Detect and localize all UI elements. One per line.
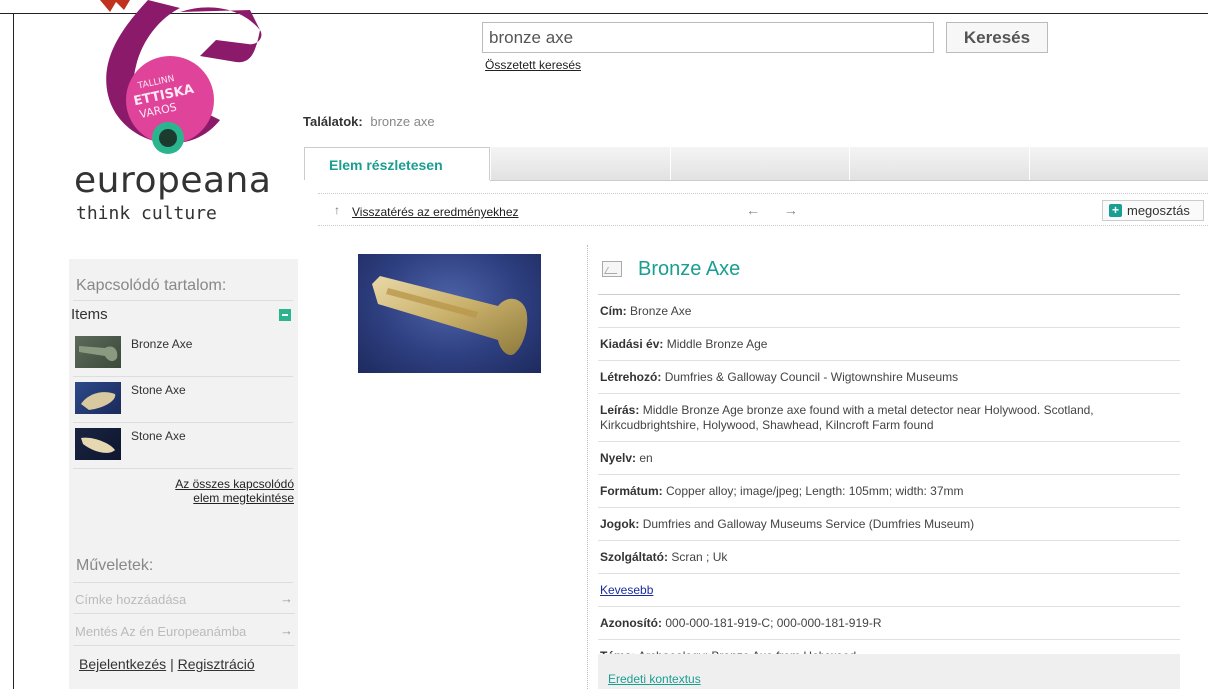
metadata-row-description: Leírás: Middle Bronze Age bronze axe fou…	[598, 394, 1180, 442]
back-to-results-link[interactable]: Visszatérés az eredményekhez	[352, 205, 519, 219]
metadata-row-format: Formátum: Copper alloy; image/jpeg; Leng…	[598, 475, 1180, 508]
save-to-my-europeana-label: Mentés Az én Europeanámba	[75, 624, 247, 639]
item-navigation: ← →	[746, 202, 808, 218]
view-all-line-2: elem megtekintése	[193, 491, 294, 505]
brand-name: europeana	[74, 160, 272, 201]
search-button[interactable]: Keresés	[946, 22, 1048, 53]
login-link[interactable]: Bejelentkezés	[79, 656, 166, 672]
item-title: Bronze Axe	[638, 258, 741, 280]
register-link[interactable]: Regisztráció	[178, 656, 255, 672]
related-item-thumbnail	[75, 382, 121, 414]
view-all-related-link[interactable]: Az összes kapcsolódó elem megtekintése	[109, 477, 294, 505]
thumb-graphic	[81, 437, 115, 453]
related-item[interactable]: Stone Axe	[73, 377, 293, 423]
arrow-right-icon: →	[280, 623, 293, 638]
detail-separator	[587, 245, 588, 689]
show-less-link[interactable]: Kevesebb	[600, 583, 653, 597]
metadata-row-rights: Jogok: Dumfries and Galloway Museums Ser…	[598, 508, 1180, 541]
metadata-row-creator: Létrehozó: Dumfries & Galloway Council -…	[598, 361, 1180, 394]
tab-3[interactable]	[669, 147, 849, 180]
frame-left-border	[13, 13, 14, 689]
tab-2[interactable]	[490, 147, 670, 180]
search-input[interactable]	[482, 22, 934, 53]
tab-bar: Elem részletesen	[304, 147, 1208, 180]
results-label: Találatok:	[303, 114, 363, 129]
related-item-thumbnail	[75, 428, 121, 460]
detail-toolbar: ↑ Visszatérés az eredményekhez ← → + meg…	[318, 193, 1208, 226]
tab-item-details[interactable]: Elem részletesen	[304, 147, 490, 180]
tabs-divider	[490, 180, 1208, 181]
metadata-row-provider: Szolgáltató: Scran ; Uk	[598, 541, 1180, 574]
plus-icon: +	[1109, 204, 1122, 217]
next-arrow-icon[interactable]: →	[784, 202, 808, 218]
thumb-graphic	[79, 346, 118, 362]
collapse-icon[interactable]	[279, 309, 291, 321]
original-context-box: Eredeti kontextus	[598, 654, 1180, 689]
items-label: Items	[71, 306, 108, 323]
metadata-row-date: Kiadási év: Middle Bronze Age	[598, 328, 1180, 361]
thumb-graphic	[81, 392, 116, 410]
actions-heading: Műveletek:	[76, 557, 154, 574]
related-item-thumbnail	[75, 336, 121, 368]
save-to-my-europeana-action[interactable]: Mentés Az én Europeanámba →	[73, 615, 295, 646]
arrow-right-icon: →	[280, 591, 293, 606]
auth-separator: |	[170, 656, 174, 672]
original-context-link[interactable]: Eredeti kontextus	[608, 672, 701, 686]
related-item-label: Stone Axe	[131, 383, 186, 397]
show-less-row: Kevesebb	[598, 574, 1180, 607]
brand-tagline: think culture	[76, 203, 217, 224]
results-query: bronze axe	[370, 114, 435, 129]
sidebar-divider	[73, 300, 293, 301]
related-item[interactable]: Bronze Axe	[73, 331, 293, 377]
share-button[interactable]: + megosztás	[1102, 200, 1204, 221]
view-all-line-1: Az összes kapcsolódó	[175, 477, 294, 491]
metadata-list: Cím: Bronze Axe Kiadási év: Middle Bronz…	[598, 294, 1180, 673]
tab-4[interactable]	[849, 147, 1029, 180]
related-item[interactable]: Stone Axe	[73, 423, 293, 469]
related-content-heading: Kapcsolódó tartalom:	[76, 277, 227, 294]
item-image[interactable]	[358, 254, 541, 373]
add-tag-label: Címke hozzáadása	[75, 592, 187, 607]
prev-arrow-icon[interactable]: ←	[746, 202, 770, 218]
metadata-row-title: Cím: Bronze Axe	[598, 295, 1180, 328]
metadata-row-language: Nyelv: en	[598, 442, 1180, 475]
related-item-label: Stone Axe	[131, 429, 186, 443]
metadata-row-identifier: Azonosító: 000-000-181-919-C; 000-000-18…	[598, 607, 1180, 640]
results-summary: Találatok: bronze axe	[303, 114, 435, 129]
related-item-label: Bronze Axe	[131, 337, 193, 351]
logo-graphic: TALLINN ETTISKA VAROS	[100, 0, 262, 154]
share-label: megosztás	[1127, 203, 1190, 218]
sidebar: Kapcsolódó tartalom: Items Bronze Axe St…	[69, 259, 298, 689]
tab-5[interactable]	[1028, 147, 1208, 180]
bronze-axe-photo	[372, 276, 528, 356]
image-icon	[602, 261, 622, 277]
arrow-up-icon: ↑	[334, 203, 340, 217]
add-tag-action[interactable]: Címke hozzáadása →	[73, 583, 295, 614]
auth-links: Bejelentkezés | Regisztráció	[79, 656, 255, 672]
advanced-search-link[interactable]: Összetett keresés	[485, 58, 581, 72]
